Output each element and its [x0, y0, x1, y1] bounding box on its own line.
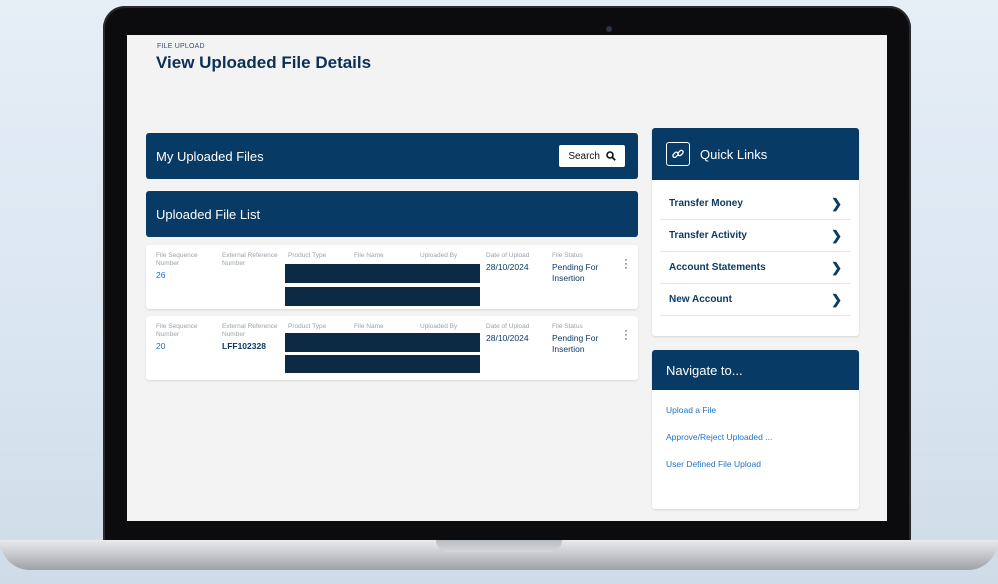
redaction-block [285, 264, 480, 283]
nav-link-user-defined-upload[interactable]: User Defined File Upload [666, 459, 859, 469]
row-external-ref: LFF102328 [222, 341, 266, 351]
search-icon [606, 151, 616, 161]
redaction-block [285, 287, 480, 306]
quick-link-transfer-money[interactable]: Transfer Money ❯ [660, 188, 851, 220]
row-sequence-link[interactable]: 26 [156, 270, 214, 281]
quick-link-label: Account Statements [669, 262, 766, 273]
navigate-header: Navigate to... [652, 350, 859, 390]
col-label-status: File Status [552, 323, 583, 330]
file-row[interactable]: File Sequence Number 20 External Referen… [146, 316, 638, 380]
row-date: 28/10/2024 [486, 262, 529, 272]
row-sequence-link[interactable]: 20 [156, 341, 214, 352]
col-label-date: Date of Upload [486, 252, 530, 259]
my-uploaded-files-title: My Uploaded Files [156, 148, 264, 164]
col-external-ref: External Reference Number LFF102328 [222, 323, 284, 352]
col-label-uploaded-by: Uploaded By [420, 252, 458, 259]
col-uploaded-by: Uploaded By [420, 252, 457, 260]
col-label-product-type: Product Type [288, 323, 327, 330]
search-button[interactable]: Search [559, 145, 625, 167]
chevron-right-icon: ❯ [831, 195, 842, 211]
col-sequence: File Sequence Number 20 [156, 323, 214, 352]
uploaded-file-list-header: Uploaded File List [146, 191, 638, 237]
quick-link-new-account[interactable]: New Account ❯ [660, 284, 851, 316]
row-date: 28/10/2024 [486, 333, 529, 343]
kebab-menu-icon[interactable]: · · · [624, 253, 628, 273]
col-label-product-type: Product Type [288, 252, 327, 259]
uploaded-file-list-title: Uploaded File List [156, 206, 261, 222]
col-label-sequence: File Sequence Number [156, 252, 198, 267]
col-uploaded-by: Uploaded By [420, 323, 457, 331]
app-screen: FILE UPLOAD View Uploaded File Details M… [127, 35, 887, 521]
quick-links-panel: Quick Links Transfer Money ❯ Transfer Ac… [652, 128, 859, 336]
quick-links-title: Quick Links [700, 146, 768, 162]
link-icon [666, 142, 690, 166]
col-label-date: Date of Upload [486, 323, 530, 330]
col-file-name: File Name [354, 323, 384, 331]
col-label-external-ref: External Reference Number [222, 323, 278, 338]
quick-links-header: Quick Links [652, 128, 859, 180]
col-label-external-ref: External Reference Number [222, 252, 278, 267]
col-product-type: Product Type [288, 323, 326, 331]
col-external-ref: External Reference Number [222, 252, 284, 270]
col-sequence: File Sequence Number 26 [156, 252, 214, 281]
col-label-uploaded-by: Uploaded By [420, 323, 458, 330]
col-date: Date of Upload 28/10/2024 [486, 323, 548, 344]
quick-link-label: Transfer Activity [669, 230, 747, 241]
redaction-block [285, 355, 480, 373]
file-row[interactable]: File Sequence Number 26 External Referen… [146, 245, 638, 309]
quick-link-label: New Account [669, 294, 732, 305]
row-status: Pending For Insertion [552, 333, 599, 354]
quick-link-account-statements[interactable]: Account Statements ❯ [660, 252, 851, 284]
kebab-menu-icon[interactable]: · · · [624, 324, 628, 344]
laptop-notch [436, 540, 562, 552]
col-label-status: File Status [552, 252, 583, 259]
camera [606, 26, 612, 32]
col-status: File Status Pending For Insertion [552, 323, 612, 354]
chevron-right-icon: ❯ [831, 291, 842, 307]
col-file-name: File Name [354, 252, 384, 260]
page-title: View Uploaded File Details [156, 53, 372, 72]
search-button-label: Search [568, 150, 600, 162]
col-date: Date of Upload 28/10/2024 [486, 252, 548, 273]
nav-link-upload-file[interactable]: Upload a File [666, 405, 859, 415]
col-label-file-name: File Name [354, 252, 384, 259]
breadcrumb: FILE UPLOAD [157, 43, 205, 50]
navigate-title: Navigate to... [666, 362, 743, 378]
navigate-panel: Navigate to... Upload a File Approve/Rej… [652, 350, 859, 509]
chevron-right-icon: ❯ [831, 227, 842, 243]
nav-link-approve-reject[interactable]: Approve/Reject Uploaded ... [666, 432, 859, 442]
quick-link-transfer-activity[interactable]: Transfer Activity ❯ [660, 220, 851, 252]
col-label-sequence: File Sequence Number [156, 323, 198, 338]
col-product-type: Product Type [288, 252, 326, 260]
chevron-right-icon: ❯ [831, 259, 842, 275]
col-status: File Status Pending For Insertion [552, 252, 612, 283]
quick-link-label: Transfer Money [669, 198, 743, 209]
my-uploaded-files-header: My Uploaded Files Search [146, 133, 638, 179]
row-status: Pending For Insertion [552, 262, 599, 283]
col-label-file-name: File Name [354, 323, 384, 330]
redaction-block [285, 333, 480, 352]
quick-links-list: Transfer Money ❯ Transfer Activity ❯ Acc… [652, 180, 859, 316]
